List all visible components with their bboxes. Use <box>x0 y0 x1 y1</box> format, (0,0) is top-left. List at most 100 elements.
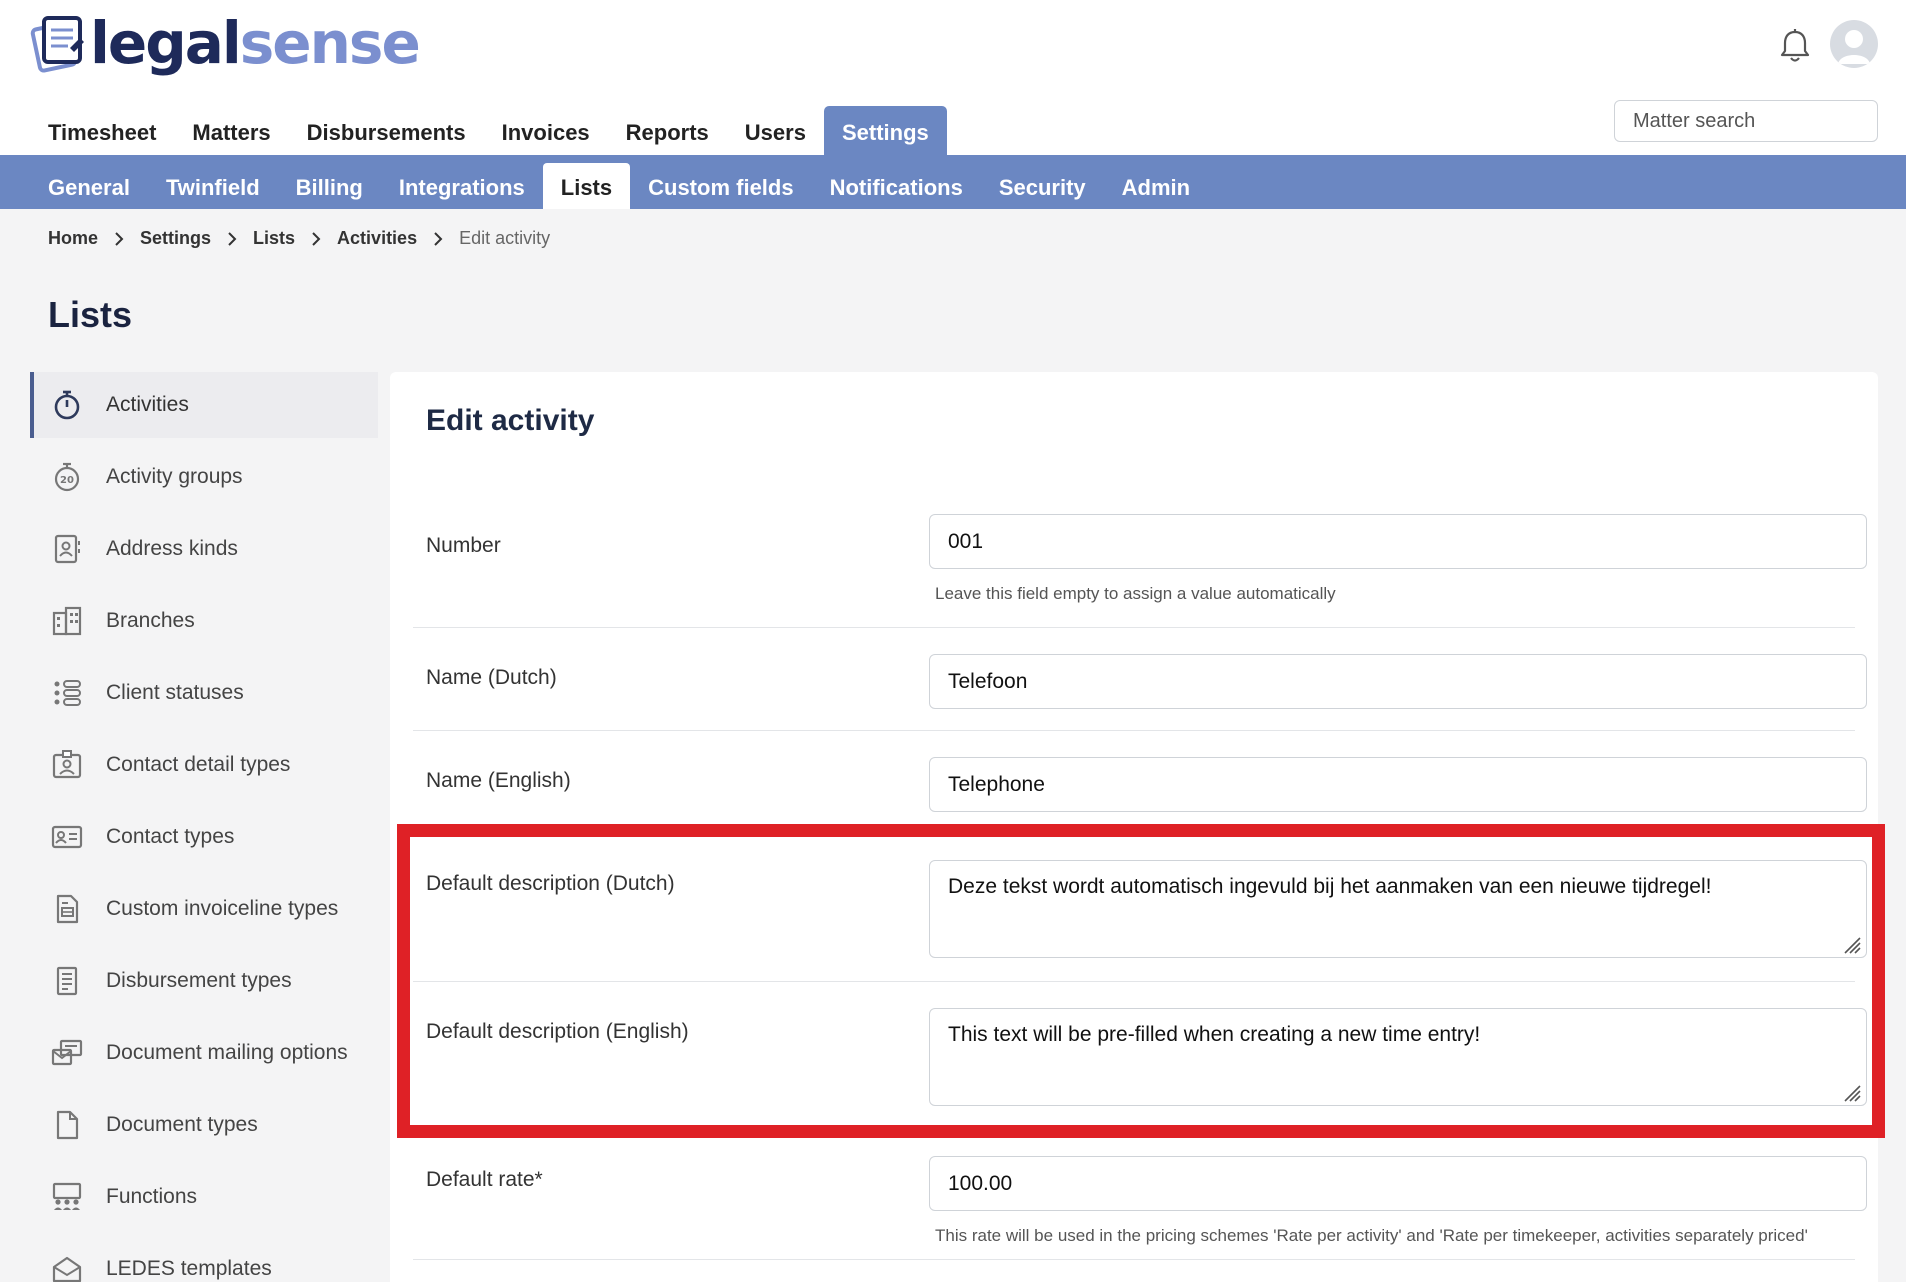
sidebar-item-activities[interactable]: Activities <box>30 372 378 438</box>
sidebar-label: LEDES templates <box>106 1257 272 1280</box>
nav-settings[interactable]: Settings <box>823 106 947 155</box>
mailing-icon <box>50 1036 84 1070</box>
stopwatch-icon <box>50 388 84 422</box>
nav-matters[interactable]: Matters <box>174 106 288 155</box>
subnav-custom-fields[interactable]: Custom fields <box>630 163 811 209</box>
sidebar-label: Custom invoiceline types <box>106 897 339 920</box>
sidebar-label: Activity groups <box>106 465 243 488</box>
buildings-icon <box>50 604 84 638</box>
card-title: Edit activity <box>426 404 595 437</box>
breadcrumb-lists[interactable]: Lists <box>253 228 295 249</box>
settings-subnav: General Twinfield Billing Integrations L… <box>0 155 1906 209</box>
sidebar-item-ledes-templates[interactable]: LEDES templates <box>30 1236 378 1282</box>
sidebar-item-address-kinds[interactable]: Address kinds <box>30 516 378 582</box>
name-english-label: Name (English) <box>426 769 571 792</box>
address-book-icon <box>50 532 84 566</box>
stopwatch-group-icon: 20 <box>50 460 84 494</box>
desc-english-label: Default description (English) <box>426 1020 689 1043</box>
sidebar-item-contact-detail-types[interactable]: Contact detail types <box>30 732 378 798</box>
default-rate-input[interactable] <box>929 1156 1867 1211</box>
user-avatar[interactable] <box>1830 20 1878 68</box>
invoice-line-icon <box>50 892 84 926</box>
desc-dutch-label: Default description (Dutch) <box>426 872 675 895</box>
name-dutch-input[interactable] <box>929 654 1867 709</box>
legalsense-logo[interactable]: legalsense <box>30 12 421 74</box>
desc-dutch-row: Default description (Dutch) Deze tekst w… <box>413 834 1867 982</box>
breadcrumb-activities[interactable]: Activities <box>337 228 417 249</box>
subnav-billing[interactable]: Billing <box>278 163 381 209</box>
people-group-icon <box>50 1180 84 1214</box>
sidebar-label: Contact types <box>106 825 235 848</box>
sidebar-label: Document types <box>106 1113 258 1136</box>
subnav-security[interactable]: Security <box>981 163 1104 209</box>
resize-handle-icon[interactable] <box>1841 934 1861 954</box>
sidebar-label: Address kinds <box>106 537 238 560</box>
nav-invoices[interactable]: Invoices <box>484 106 608 155</box>
subnav-general[interactable]: General <box>30 163 148 209</box>
default-rate-row: Default rate* This rate will be used in … <box>413 1130 1867 1260</box>
page-title: Lists <box>48 294 133 335</box>
chevron-right-icon <box>228 231 237 246</box>
name-dutch-label: Name (Dutch) <box>426 666 557 689</box>
number-input[interactable] <box>929 514 1867 569</box>
logo-text-sense: sense <box>239 9 421 77</box>
sidebar-label: Client statuses <box>106 681 244 704</box>
sidebar-label: Contact detail types <box>106 753 291 776</box>
breadcrumb: Home Settings Lists Activities Edit acti… <box>48 228 550 249</box>
sidebar-item-document-types[interactable]: Document types <box>30 1092 378 1158</box>
sidebar-item-client-statuses[interactable]: Client statuses <box>30 660 378 726</box>
sidebar-item-document-mailing-options[interactable]: Document mailing options <box>30 1020 378 1086</box>
name-english-row: Name (English) <box>413 731 1867 834</box>
breadcrumb-current: Edit activity <box>459 228 551 248</box>
app-header: legalsense Timesheet Matters Disbursemen… <box>0 0 1906 155</box>
sidebar-label: Document mailing options <box>106 1041 348 1064</box>
logo-text: legalsense <box>90 14 421 72</box>
user-silhouette-icon <box>1838 30 1870 64</box>
receipt-icon <box>50 964 84 998</box>
subnav-notifications[interactable]: Notifications <box>812 163 981 209</box>
desc-english-row: Default description (English) This text … <box>413 982 1867 1130</box>
number-row: Number Leave this field empty to assign … <box>413 504 1867 628</box>
desc-english-textarea[interactable]: This text will be pre-filled when creati… <box>929 1008 1867 1106</box>
sidebar-label: Disbursement types <box>106 969 292 992</box>
nav-users[interactable]: Users <box>727 106 824 155</box>
sidebar-item-branches[interactable]: Branches <box>30 588 378 654</box>
name-english-input[interactable] <box>929 757 1867 812</box>
chevron-right-icon <box>115 231 124 246</box>
nav-timesheet[interactable]: Timesheet <box>30 106 174 155</box>
main-nav: Timesheet Matters Disbursements Invoices… <box>30 106 947 155</box>
document-icon <box>50 1108 84 1142</box>
subnav-integrations[interactable]: Integrations <box>381 163 543 209</box>
resize-handle-icon[interactable] <box>1841 1082 1861 1102</box>
sidebar-label: Activities <box>106 393 189 416</box>
id-card-icon <box>50 820 84 854</box>
lists-sidebar: Activities 20 Activity groups Address ki… <box>30 372 378 1282</box>
chevron-right-icon <box>312 231 321 246</box>
default-rate-label: Default rate* <box>426 1168 543 1191</box>
sidebar-item-contact-types[interactable]: Contact types <box>30 804 378 870</box>
sidebar-item-disbursement-types[interactable]: Disbursement types <box>30 948 378 1014</box>
sidebar-item-functions[interactable]: Functions <box>30 1164 378 1230</box>
subnav-admin[interactable]: Admin <box>1104 163 1208 209</box>
default-rate-hint: This rate will be used in the pricing sc… <box>935 1226 1808 1245</box>
sidebar-label: Branches <box>106 609 195 632</box>
svg-text:20: 20 <box>60 475 74 486</box>
sidebar-item-custom-invoiceline-types[interactable]: Custom invoiceline types <box>30 876 378 942</box>
envelope-icon <box>50 1252 84 1282</box>
edit-activity-card: Edit activity Number Leave this field em… <box>390 372 1878 1282</box>
status-list-icon <box>50 676 84 710</box>
logo-text-legal: legal <box>90 9 242 77</box>
sidebar-item-activity-groups[interactable]: 20 Activity groups <box>30 444 378 510</box>
name-dutch-row: Name (Dutch) <box>413 628 1867 731</box>
logo-document-icon <box>30 16 84 73</box>
subnav-lists[interactable]: Lists <box>542 163 631 209</box>
breadcrumb-home[interactable]: Home <box>48 228 98 249</box>
breadcrumb-settings[interactable]: Settings <box>140 228 211 249</box>
matter-search-input[interactable] <box>1614 100 1878 142</box>
bell-icon[interactable] <box>1778 28 1812 64</box>
nav-reports[interactable]: Reports <box>608 106 727 155</box>
nav-disbursements[interactable]: Disbursements <box>289 106 484 155</box>
desc-dutch-textarea[interactable]: Deze tekst wordt automatisch ingevuld bi… <box>929 860 1867 958</box>
subnav-twinfield[interactable]: Twinfield <box>148 163 278 209</box>
sidebar-label: Functions <box>106 1185 198 1208</box>
